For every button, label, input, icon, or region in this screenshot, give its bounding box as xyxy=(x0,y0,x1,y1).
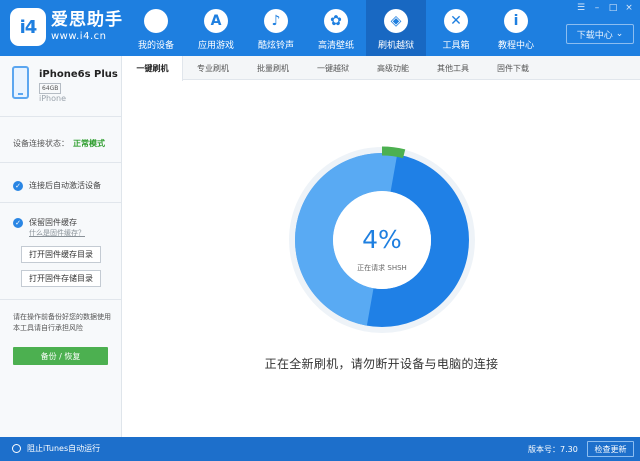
download-center-label: 下载中心 xyxy=(576,30,613,41)
backup-warning: 请在操作前备份好您的数据使用本工具请自行承担风险 xyxy=(13,313,111,332)
auto-activate-label: 连接后自动激活设备 xyxy=(29,181,101,190)
radio-icon xyxy=(12,444,21,453)
brand-url: www.i4.cn xyxy=(51,31,107,42)
nav-toolbox[interactable]: ✕ 工具箱 xyxy=(426,0,486,56)
chevron-down-icon: ⌄ xyxy=(615,29,624,39)
backup-restore-button[interactable]: 备份 / 恢复 xyxy=(13,347,108,365)
tab-advanced[interactable]: 高级功能 xyxy=(363,56,423,80)
tab-one-click-jailbreak[interactable]: 一键越狱 xyxy=(303,56,363,80)
bell-icon: ♪ xyxy=(264,9,288,33)
info-icon: i xyxy=(504,9,528,33)
status-bar: 阻止iTunes自动运行 版本号：7.30 检查更新 xyxy=(0,437,640,461)
nav-label: 高清壁纸 xyxy=(317,41,354,51)
brand-name: 爱思助手 xyxy=(51,10,123,30)
block-itunes-label: 阻止iTunes自动运行 xyxy=(27,444,101,453)
connection-status: 设备连接状态： 正常模式 xyxy=(13,138,105,149)
maximize-icon[interactable]: □ xyxy=(606,2,620,14)
window-controls: ☰ – □ × xyxy=(574,2,636,14)
version-label: 版本号：7.30 xyxy=(528,445,578,454)
iphone-icon xyxy=(12,66,29,99)
divider xyxy=(0,162,121,163)
progress-ring: 4% 正在请求 SHSH xyxy=(287,145,477,335)
keep-cache-checkbox[interactable]: ✓ 保留固件缓存 xyxy=(13,217,77,228)
divider xyxy=(0,116,121,117)
minimize-icon[interactable]: – xyxy=(590,2,604,14)
dropbox-icon: ◈ xyxy=(384,9,408,33)
tab-firmware-download[interactable]: 固件下载 xyxy=(483,56,543,80)
open-cache-dir-button[interactable]: 打开固件缓存目录 xyxy=(21,246,101,263)
device-storage-badge: 64GB xyxy=(39,83,62,94)
progress-ring-fill xyxy=(381,146,406,159)
check-update-button[interactable]: 检查更新 xyxy=(587,441,634,457)
progress-percent: 4% xyxy=(362,225,402,254)
nav-label: 酷炫铃声 xyxy=(257,41,294,51)
connection-status-label: 设备连接状态： xyxy=(13,139,69,148)
nav-label: 教程中心 xyxy=(497,41,534,51)
sidebar: iPhone6s Plus 64GB iPhone 设备连接状态： 正常模式 ✓ … xyxy=(0,56,122,437)
nav-label: 刷机越狱 xyxy=(377,41,414,51)
tab-batch-flash[interactable]: 批量刷机 xyxy=(243,56,303,80)
nav-tutorials[interactable]: i 教程中心 xyxy=(486,0,546,56)
main-nav: 我的设备 A 应用游戏 ♪ 酷炫铃声 ✿ 高清壁纸 ◈ 刷机越狱 ✕ 工具箱 i… xyxy=(126,0,546,56)
app-logo-icon: i4 xyxy=(10,8,46,46)
flower-icon: ✿ xyxy=(324,9,348,33)
check-icon: ✓ xyxy=(13,180,23,191)
nav-wallpapers[interactable]: ✿ 高清壁纸 xyxy=(306,0,366,56)
open-store-dir-button[interactable]: 打开固件存储目录 xyxy=(21,270,101,287)
nav-label: 应用游戏 xyxy=(197,41,234,51)
nav-ringtones[interactable]: ♪ 酷炫铃声 xyxy=(246,0,306,56)
device-card: iPhone6s Plus 64GB iPhone xyxy=(0,56,121,116)
close-icon[interactable]: × xyxy=(622,2,636,14)
title-bar: i4 爱思助手 www.i4.cn 我的设备 A 应用游戏 ♪ 酷炫铃声 ✿ 高… xyxy=(0,0,640,56)
download-center-button[interactable]: 下载中心 ⌄ xyxy=(566,24,634,44)
device-model: iPhone xyxy=(39,94,67,103)
tab-other-tools[interactable]: 其他工具 xyxy=(423,56,483,80)
block-itunes-toggle[interactable]: 阻止iTunes自动运行 xyxy=(12,443,100,454)
flash-message: 正在全新刷机，请勿断开设备与电脑的连接 xyxy=(264,357,499,371)
connection-status-value: 正常模式 xyxy=(73,139,105,148)
nav-my-device[interactable]: 我的设备 xyxy=(126,0,186,56)
menu-icon[interactable]: ☰ xyxy=(574,2,588,14)
nav-apps-games[interactable]: A 应用游戏 xyxy=(186,0,246,56)
auto-activate-checkbox[interactable]: ✓ 连接后自动激活设备 xyxy=(13,180,101,191)
what-is-cache-link[interactable]: 什么是固件缓存？ xyxy=(29,228,85,238)
device-name: iPhone6s Plus xyxy=(39,69,118,80)
progress-status: 正在请求 SHSH xyxy=(357,264,407,272)
app-store-icon: A xyxy=(204,9,228,33)
keep-cache-label: 保留固件缓存 xyxy=(29,218,77,227)
tab-bar: 一键刷机 专业刷机 批量刷机 一键越狱 高级功能 其他工具 固件下载 xyxy=(123,56,640,81)
check-icon: ✓ xyxy=(13,217,23,228)
divider xyxy=(0,299,121,300)
nav-label: 我的设备 xyxy=(137,41,174,51)
nav-flash-jailbreak[interactable]: ◈ 刷机越狱 xyxy=(366,0,426,56)
tab-one-click-flash[interactable]: 一键刷机 xyxy=(123,56,183,81)
tab-pro-flash[interactable]: 专业刷机 xyxy=(183,56,243,80)
apple-icon xyxy=(144,9,168,33)
divider xyxy=(0,202,121,203)
nav-label: 工具箱 xyxy=(442,41,470,51)
tools-icon: ✕ xyxy=(444,9,468,33)
brand: 爱思助手 www.i4.cn xyxy=(51,10,123,44)
